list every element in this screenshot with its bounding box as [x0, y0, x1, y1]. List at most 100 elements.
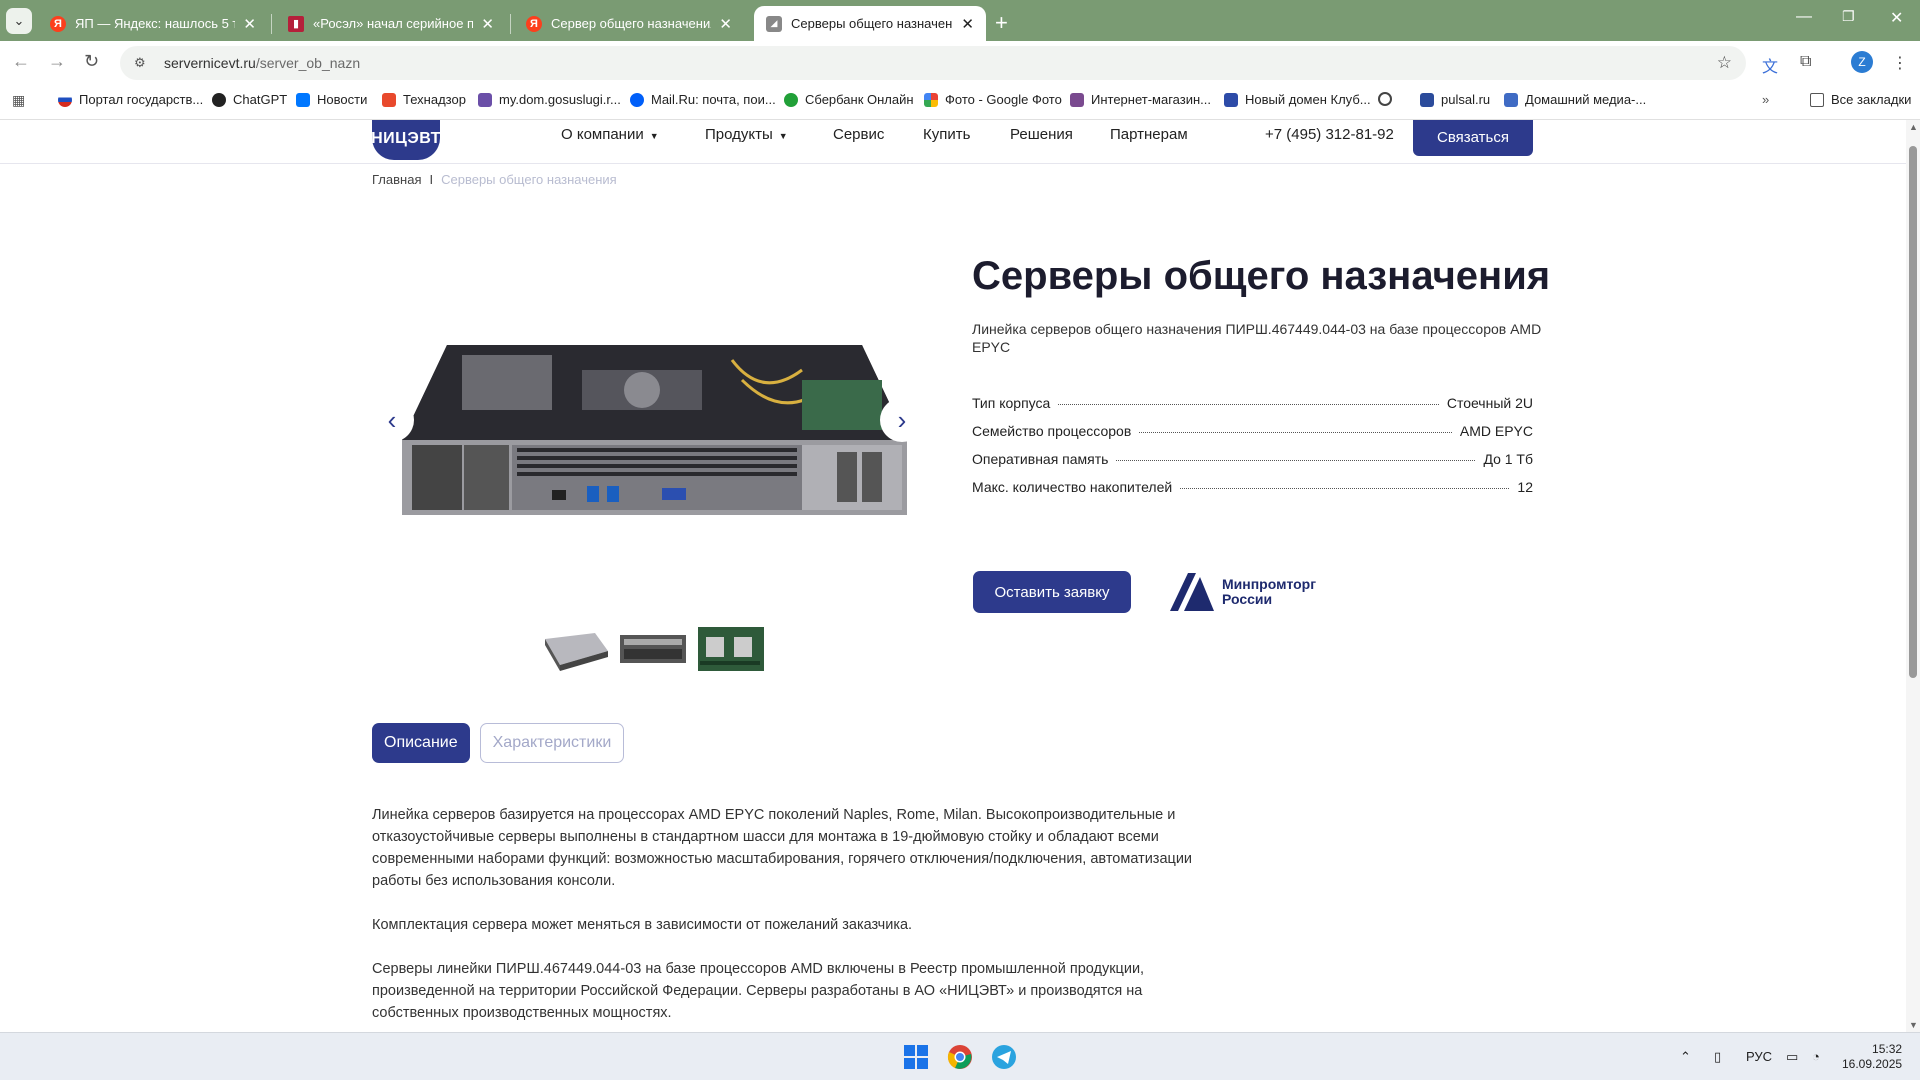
menu-icon[interactable]: ⋮: [1892, 53, 1908, 73]
bookmark-9[interactable]: Интернет-магазин...: [1070, 92, 1211, 107]
usb-icon[interactable]: ▯: [1714, 1049, 1721, 1065]
scroll-down-icon[interactable]: ▼: [1909, 1020, 1918, 1030]
bookmarks-bar: ▦ Портал государств... ChatGPT Новости Т…: [0, 84, 1920, 120]
close-window-icon[interactable]: ✕: [1890, 8, 1903, 28]
folder-icon: [1810, 92, 1824, 107]
nav-buy[interactable]: Купить: [923, 126, 970, 143]
browser-tab-4-active[interactable]: ◢ Серверы общего назначения ✕: [754, 6, 986, 41]
nav-service[interactable]: Сервис: [833, 126, 884, 143]
bookmark-7[interactable]: Сбербанк Онлайн: [784, 92, 914, 107]
submit-request-button[interactable]: Оставить заявку: [973, 571, 1131, 613]
bookmark-12[interactable]: pulsal.ru: [1420, 92, 1490, 107]
pulsal-icon: [1420, 92, 1434, 107]
dom-gosuslugi-icon: [478, 92, 492, 107]
volume-icon[interactable]: ◔: [1812, 1049, 1820, 1064]
back-icon[interactable]: ←: [12, 51, 30, 72]
address-bar[interactable]: ⚙ servernicevt.ru/server_ob_nazn ☆: [120, 46, 1746, 80]
site-header: НИЦЭВТ О компании ▼ Продукты ▼ Сервис Купи…: [0, 120, 1906, 164]
tab-search-button[interactable]: ⌄: [6, 8, 32, 34]
bookmark-1[interactable]: Портал государств...: [58, 92, 203, 107]
spec-list: Тип корпуса Стоечный 2U Семейство процесс…: [972, 395, 1533, 507]
clock[interactable]: 15:32 16.09.2025: [1842, 1042, 1902, 1072]
chatgpt-icon: [212, 92, 226, 107]
product-tabs: Описание Характеристики: [372, 723, 625, 763]
bookmark-4[interactable]: Технадзор: [382, 92, 466, 107]
restore-icon[interactable]: ❐: [1842, 8, 1855, 25]
chevron-down-icon: ▼: [649, 131, 659, 141]
all-bookmarks[interactable]: Все закладки: [1810, 92, 1911, 107]
yandex-icon: Я: [50, 15, 66, 32]
page-title: Серверы общего назначения: [972, 254, 1551, 298]
phone-link[interactable]: +7 (495) 312-81-92: [1265, 126, 1394, 143]
close-tab-icon[interactable]: ✕: [481, 15, 494, 33]
reload-icon[interactable]: ↻: [84, 51, 99, 72]
breadcrumb-home[interactable]: Главная: [372, 172, 421, 187]
windows-start-icon[interactable]: [900, 1041, 932, 1073]
tray-expand-icon[interactable]: ⌃: [1680, 1049, 1691, 1065]
site-logo[interactable]: НИЦЭВТ: [371, 120, 440, 160]
new-tab-icon[interactable]: +: [995, 10, 1008, 36]
chrome-icon[interactable]: [944, 1041, 976, 1073]
news-icon: ▮: [288, 15, 304, 32]
browser-toolbar: ← → ↻ ⚙ servernicevt.ru/server_ob_nazn ☆…: [0, 41, 1920, 84]
more-bookmarks-icon[interactable]: »: [1762, 92, 1769, 107]
nav-solutions[interactable]: Решения: [1010, 126, 1073, 143]
site-icon: ◢: [766, 15, 782, 32]
bookmark-10[interactable]: Новый домен Клуб...: [1224, 92, 1371, 107]
globe-icon: [1378, 92, 1392, 106]
mailru-icon: [630, 92, 644, 107]
bookmark-13[interactable]: Домашний медиа-...: [1504, 92, 1646, 107]
bookmark-11[interactable]: [1378, 92, 1399, 106]
thumbnail-3[interactable]: [696, 625, 766, 673]
description-paragraph: Линейка серверов базируется на процессор…: [372, 807, 1193, 889]
breadcrumb-current: Серверы общего назначения: [441, 172, 617, 187]
bookmark-star-icon[interactable]: ☆: [1717, 53, 1732, 73]
server-image: [402, 345, 907, 515]
bookmark-3[interactable]: Новости: [296, 92, 367, 107]
scroll-up-icon[interactable]: ▲: [1909, 122, 1918, 132]
close-tab-icon[interactable]: ✕: [719, 15, 732, 33]
forward-icon[interactable]: →: [48, 51, 66, 72]
nav-partners[interactable]: Партнерам: [1110, 126, 1188, 143]
yandex-icon: Я: [526, 15, 542, 32]
tab-description[interactable]: Описание: [372, 723, 470, 763]
browser-tab-1[interactable]: Я ЯП — Яндекс: нашлось 5 тыс. р ✕: [38, 6, 268, 41]
product-gallery: ‹ ›: [370, 290, 924, 620]
language-indicator[interactable]: РУС: [1746, 1049, 1772, 1064]
bookmark-5[interactable]: my.dom.gosuslugi.r...: [478, 92, 621, 107]
translate-icon[interactable]: 文: [1762, 53, 1778, 77]
page-scrollbar[interactable]: ▲ ▼: [1906, 120, 1920, 1032]
spec-row: Тип корпуса Стоечный 2U: [972, 395, 1533, 411]
gallery-next-arrow[interactable]: ›: [880, 398, 924, 442]
minpromtorg-logo: Минпромторг России: [1170, 573, 1316, 611]
nav-products[interactable]: Продукты ▼: [705, 126, 788, 143]
site-info-icon[interactable]: ⚙: [134, 54, 152, 72]
chevron-down-icon: ▼: [778, 131, 788, 141]
tekhnadzor-icon: [382, 92, 396, 107]
thumbnail-2[interactable]: [618, 625, 688, 673]
bookmark-8[interactable]: Фото - Google Фото: [924, 92, 1062, 107]
spec-row: Макс. количество накопителей 12: [972, 479, 1533, 495]
close-tab-icon[interactable]: ✕: [961, 15, 974, 33]
contact-button[interactable]: Связаться: [1413, 120, 1533, 156]
browser-tab-2[interactable]: ▮ «Росэл» начал серийное прои ✕: [276, 6, 506, 41]
tab-specifications[interactable]: Характеристики: [479, 723, 625, 763]
nav-about[interactable]: О компании ▼: [561, 126, 659, 143]
profile-avatar[interactable]: Z: [1851, 51, 1873, 73]
telegram-icon[interactable]: [988, 1041, 1020, 1073]
scrollbar-thumb[interactable]: [1909, 146, 1917, 678]
windows-taskbar: ⌃ ▯ РУС ▭ ◔ 15:32 16.09.2025: [0, 1032, 1920, 1080]
gallery-prev-arrow[interactable]: ‹: [370, 398, 414, 442]
browser-tab-3[interactable]: Я Сервер общего назначения Н ✕: [514, 6, 744, 41]
sberbank-icon: [784, 92, 798, 107]
apps-icon[interactable]: ▦: [12, 92, 25, 109]
network-icon[interactable]: ▭: [1786, 1049, 1798, 1065]
media-icon: [1504, 92, 1518, 107]
bookmark-6[interactable]: Mail.Ru: почта, пои...: [630, 92, 776, 107]
club-icon: [1224, 92, 1238, 107]
thumbnail-1[interactable]: [540, 625, 610, 673]
close-tab-icon[interactable]: ✕: [243, 15, 256, 33]
bookmark-2[interactable]: ChatGPT: [212, 92, 287, 107]
minimize-icon[interactable]: —: [1796, 8, 1812, 26]
extensions-icon[interactable]: ⧉: [1800, 53, 1811, 71]
